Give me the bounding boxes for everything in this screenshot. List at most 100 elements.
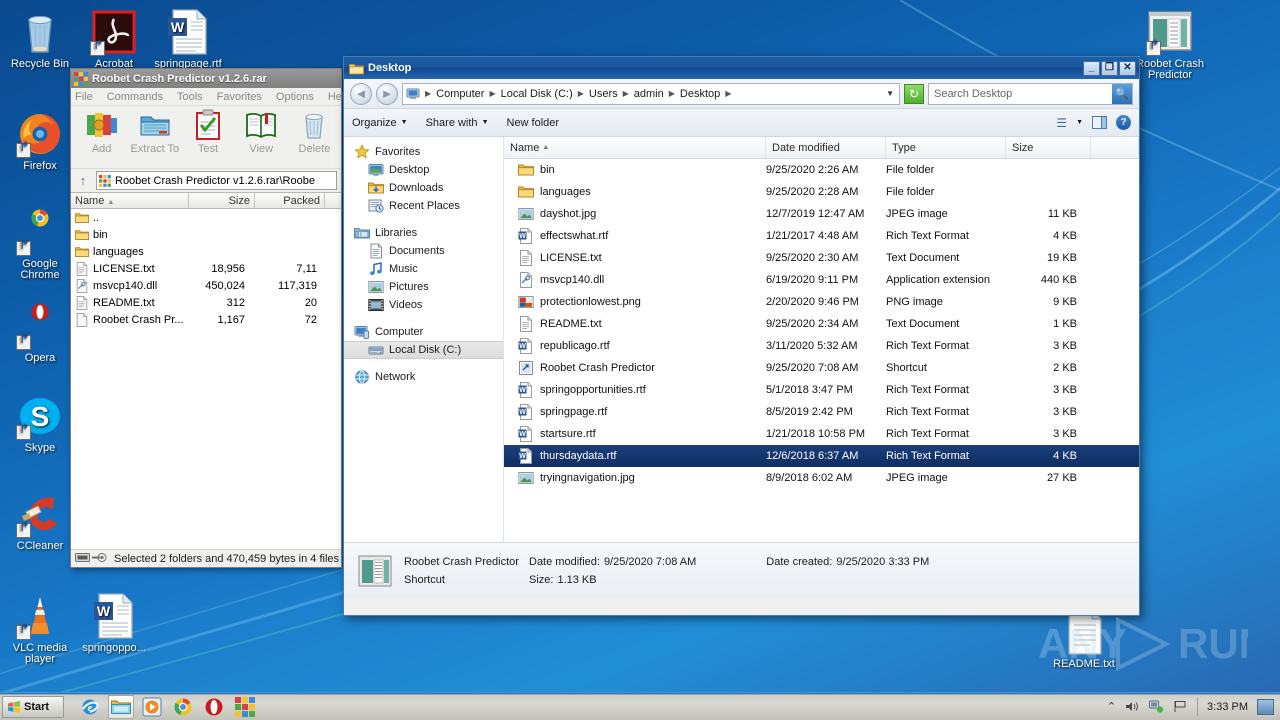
winrar-row[interactable]: LICENSE.txt 18,956 7,11 xyxy=(71,260,341,277)
table-row[interactable]: Wstartsure.rtf 1/21/2018 10:58 PM Rich Tex… xyxy=(504,423,1139,445)
address-bar[interactable]: ▶ Computer ▶ Local Disk (C:) ▶ Users ▶ admin ▶ De… xyxy=(402,82,900,105)
desktop-icon-roobet-crash-predictor[interactable]: Roobet Crash Predictor xyxy=(1134,8,1206,81)
explorer-column-headers[interactable]: Name ▲ Date modified Type Size xyxy=(504,137,1139,159)
sidebar-item-favorites[interactable]: Favorites xyxy=(344,143,503,161)
up-one-level-icon[interactable]: ↑ xyxy=(75,173,91,188)
sidebar-item-desktop[interactable]: Desktop xyxy=(344,161,503,179)
winrar-test-button[interactable]: Test xyxy=(181,109,234,155)
maximize-button[interactable]: ❐ xyxy=(1101,60,1118,76)
taskbar-button-chrome[interactable] xyxy=(170,695,196,719)
sidebar-item-recent-places[interactable]: Recent Places xyxy=(344,197,503,215)
volume-icon[interactable] xyxy=(1125,700,1140,713)
table-row[interactable]: bin 9/25/2020 2:26 AM File folder xyxy=(504,159,1139,181)
back-button[interactable]: ◄ xyxy=(350,82,372,105)
explorer-navigation-pane[interactable]: Favorites Desktop Downloads Recent Places Li… xyxy=(344,137,504,542)
sidebar-item-music[interactable]: Music xyxy=(344,260,503,278)
search-input[interactable]: Search Desktop 🔍 xyxy=(928,82,1133,105)
table-row[interactable]: Wthursdaydata.rtf 12/6/2018 6:37 AM Rich T… xyxy=(504,445,1139,467)
column-header-name[interactable]: Name ▲ xyxy=(504,137,766,158)
winrar-path-input[interactable]: Roobet Crash Predictor v1.2.6.rar\Roobe xyxy=(96,171,337,190)
table-row[interactable]: Weffectswhat.rtf 1/21/2017 4:48 AM Rich Te… xyxy=(504,225,1139,247)
show-desktop-button[interactable] xyxy=(1257,698,1274,715)
taskbar[interactable]: Start e ⌃ 3:33 PM xyxy=(0,692,1280,720)
winrar-row[interactable]: Roobet Crash Pr... 1,167 72 xyxy=(71,311,341,328)
breadcrumb-separator-icon[interactable]: ▶ xyxy=(577,89,585,98)
winrar-row[interactable]: bin xyxy=(71,226,341,243)
table-row[interactable]: README.txt 9/25/2020 2:34 AM Text Document… xyxy=(504,313,1139,335)
taskbar-button-media-player[interactable] xyxy=(139,695,165,719)
winrar-menu-file[interactable]: File xyxy=(75,91,93,103)
breadcrumb-separator-icon[interactable]: ▶ xyxy=(488,89,496,98)
address-dropdown-icon[interactable]: ▼ xyxy=(886,89,899,98)
explorer-title-bar[interactable]: Desktop _ ❐ ✕ xyxy=(344,57,1139,79)
breadcrumb-users[interactable]: Users xyxy=(587,88,620,100)
table-row[interactable]: Wrepublicago.rtf 3/11/2020 5:32 AM Rich Te… xyxy=(504,335,1139,357)
sidebar-item-computer[interactable]: Computer xyxy=(344,323,503,341)
column-header-spacer[interactable] xyxy=(1091,137,1139,158)
table-row[interactable]: dayshot.jpg 12/7/2019 12:47 AM JPEG image 1… xyxy=(504,203,1139,225)
winrar-menu-favorites[interactable]: Favorites xyxy=(217,91,262,103)
taskbar-clock[interactable]: 3:33 PM xyxy=(1207,701,1248,713)
sidebar-item-local-disk-c[interactable]: Local Disk (C:) xyxy=(344,341,503,359)
desktop-icon-recycle-bin[interactable]: Recycle Bin xyxy=(4,8,76,70)
column-header-size[interactable]: Size xyxy=(1006,137,1091,158)
desktop-icon-firefox[interactable]: Firefox xyxy=(4,110,76,172)
forward-button[interactable]: ► xyxy=(376,82,398,105)
winrar-add-button[interactable]: Add xyxy=(75,109,128,155)
explorer-file-list[interactable]: bin 9/25/2020 2:26 AM File folder languages… xyxy=(504,159,1139,542)
winrar-view-button[interactable]: View xyxy=(235,109,288,155)
winrar-menu-bar[interactable]: File Commands Tools Favorites Options Help xyxy=(71,88,350,105)
winrar-title-bar[interactable]: Roobet Crash Predictor v1.2.6.rar xyxy=(71,69,341,88)
explorer-window-controls[interactable]: _ ❐ ✕ xyxy=(1083,60,1139,76)
table-row[interactable]: msvcp140.dll 6/19/2020 9:11 PM Application… xyxy=(504,269,1139,291)
table-row[interactable]: languages 9/25/2020 2:28 AM File folder xyxy=(504,181,1139,203)
start-button[interactable]: Start xyxy=(2,695,64,718)
refresh-button[interactable]: ↻ xyxy=(904,83,924,104)
winrar-row[interactable]: README.txt 312 20 xyxy=(71,294,341,311)
desktop-icon-opera[interactable]: Opera xyxy=(4,302,76,364)
breadcrumb-separator-icon[interactable]: ▶ xyxy=(424,89,432,98)
table-row[interactable]: tryingnavigation.jpg 8/9/2018 6:02 AM JPEG… xyxy=(504,467,1139,489)
view-options-icon[interactable]: ☰ xyxy=(1056,116,1067,130)
network-icon[interactable] xyxy=(1149,700,1164,713)
sidebar-item-videos[interactable]: Videos xyxy=(344,296,503,314)
sidebar-item-documents[interactable]: Documents xyxy=(344,242,503,260)
desktop-icon-springpage-rtf[interactable]: Wspringpage.rtf xyxy=(152,8,224,70)
breadcrumb-admin[interactable]: admin xyxy=(632,88,666,100)
share-with-button[interactable]: Share with ▼ xyxy=(426,117,489,129)
preview-pane-icon[interactable] xyxy=(1092,116,1107,129)
sidebar-item-pictures[interactable]: Pictures xyxy=(344,278,503,296)
taskbar-buttons[interactable]: e xyxy=(72,694,258,719)
sidebar-item-libraries[interactable]: Libraries xyxy=(344,224,503,242)
explorer-window[interactable]: Desktop _ ❐ ✕ ◄ ► ▶ Computer ▶ Local Disk (… xyxy=(343,56,1140,616)
table-row[interactable]: Wspringopportunities.rtf 5/1/2018 3:47 PM… xyxy=(504,379,1139,401)
explorer-navigation-bar[interactable]: ◄ ► ▶ Computer ▶ Local Disk (C:) ▶ Users ▶ admi… xyxy=(344,79,1139,109)
show-hidden-icons-icon[interactable]: ⌃ xyxy=(1107,700,1116,713)
column-header-date[interactable]: Date modified xyxy=(766,137,886,158)
winrar-menu-tools[interactable]: Tools xyxy=(177,91,203,103)
breadcrumb-separator-icon[interactable]: ▶ xyxy=(668,89,676,98)
breadcrumb[interactable]: ▶ Computer ▶ Local Disk (C:) ▶ Users ▶ admin ▶ De… xyxy=(424,88,732,100)
winrar-menu-options[interactable]: Options xyxy=(276,91,314,103)
winrar-path-bar[interactable]: ↑ Roobet Crash Predictor v1.2.6.rar\Roob… xyxy=(71,168,341,192)
winrar-column-headers[interactable]: Name ▲ Size Packed xyxy=(71,192,341,209)
taskbar-button-opera[interactable] xyxy=(201,695,227,719)
table-row[interactable]: Roobet Crash Predictor 9/25/2020 7:08 AM S… xyxy=(504,357,1139,379)
table-row[interactable]: Wspringpage.rtf 8/5/2019 2:42 PM Rich Text… xyxy=(504,401,1139,423)
table-row[interactable]: protectionlowest.png 2/20/2020 9:46 PM PNG… xyxy=(504,291,1139,313)
winrar-row[interactable]: .. xyxy=(71,209,341,226)
desktop-icon-acrobat[interactable]: Acrobat xyxy=(78,8,150,70)
winrar-toolbar[interactable]: Add Extract To Test View Delete xyxy=(71,105,341,168)
winrar-menu-commands[interactable]: Commands xyxy=(107,91,163,103)
close-button[interactable]: ✕ xyxy=(1119,60,1136,76)
help-icon[interactable]: ? xyxy=(1116,115,1131,130)
breadcrumb-separator-icon[interactable]: ▶ xyxy=(724,89,732,98)
taskbar-button-internet-explorer[interactable]: e xyxy=(77,695,103,719)
explorer-file-pane[interactable]: Name ▲ Date modified Type Size bin 9/25/2… xyxy=(504,137,1139,542)
desktop-icon-vlc-media-player[interactable]: VLC media player xyxy=(4,592,76,665)
new-folder-button[interactable]: New folder xyxy=(507,117,560,129)
winrar-col-name[interactable]: Name ▲ xyxy=(71,193,189,208)
desktop-icon-google-chrome[interactable]: Google Chrome xyxy=(4,208,76,281)
winrar-extract-to-button[interactable]: Extract To xyxy=(128,109,181,155)
winrar-row[interactable]: languages xyxy=(71,243,341,260)
